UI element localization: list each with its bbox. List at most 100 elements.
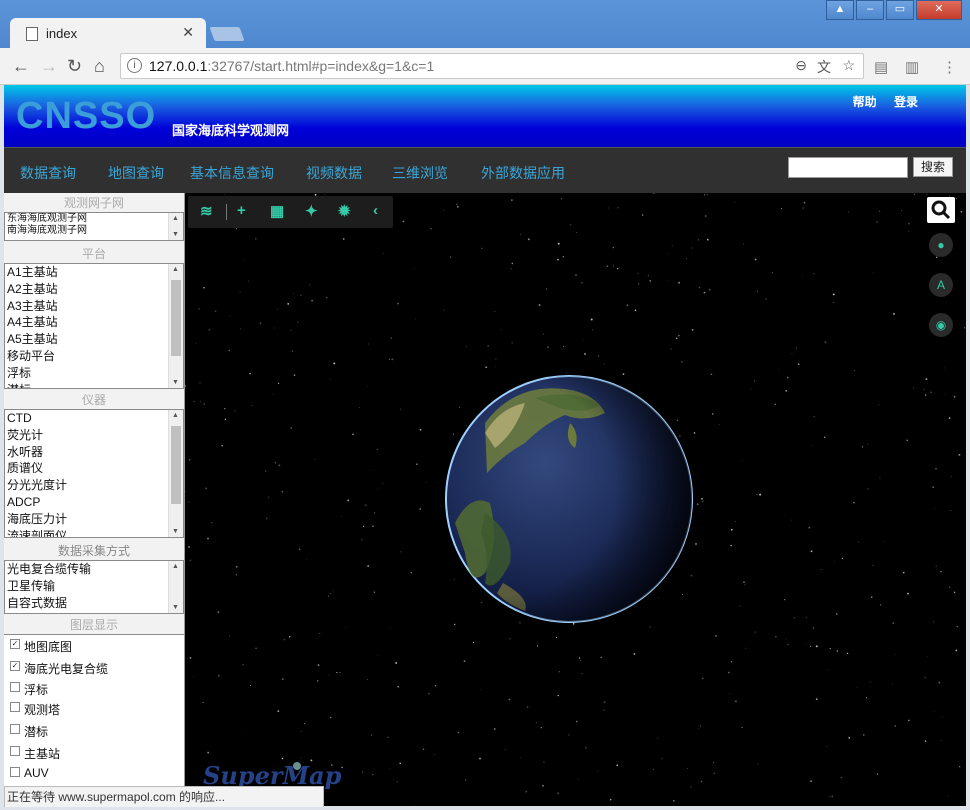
star [603, 709, 605, 711]
search-button[interactable]: 搜索 [913, 157, 953, 177]
zoom-icon[interactable]: ⊖ [795, 57, 807, 74]
new-tab-button[interactable] [209, 27, 245, 41]
list-item[interactable]: A2主基站 [5, 281, 183, 298]
layer-basemap[interactable]: ✓ 地图底图 [10, 638, 72, 655]
scrollbar[interactable]: ▲ ▼ [168, 410, 183, 537]
help-link[interactable]: 帮助 [853, 95, 877, 109]
checkbox[interactable] [10, 746, 20, 756]
star [367, 385, 368, 387]
network-list[interactable]: 东海海底观测子网 南海海底观测子网 ▲ ▼ [4, 212, 184, 241]
user-icon[interactable]: ▲ [826, 0, 854, 20]
checkbox[interactable] [10, 724, 20, 734]
list-item[interactable]: 南海海底观测子网 [5, 225, 183, 237]
star [389, 628, 391, 630]
reader-extension-icon[interactable]: ▥ [905, 58, 919, 76]
scrollbar[interactable]: ▲ ▼ [168, 561, 183, 613]
list-item[interactable]: 卫星传输 [5, 578, 183, 595]
list-item[interactable]: 分光光度计 [5, 477, 183, 494]
user-icon[interactable]: ● [929, 233, 953, 257]
chevron-left-icon[interactable]: ‹ [373, 202, 378, 219]
maximize-button[interactable]: ▭ [886, 0, 914, 20]
star [668, 253, 670, 255]
nav-data-query[interactable]: 数据查询 [20, 163, 76, 183]
search-icon[interactable] [927, 197, 955, 223]
menu-icon[interactable]: ⋮ [942, 58, 957, 76]
list-item[interactable]: 水听器 [5, 444, 183, 461]
list-item[interactable]: 移动平台 [5, 348, 183, 365]
pdf-extension-icon[interactable]: ▤ [874, 58, 888, 76]
checkbox[interactable]: ✓ [10, 661, 20, 671]
list-item[interactable]: 荧光计 [5, 427, 183, 444]
list-item[interactable]: 浮标 [5, 365, 183, 382]
bookmark-star-icon[interactable]: ☆ [842, 57, 855, 74]
site-logo[interactable]: CNSSO [16, 95, 156, 138]
layer-subsurface-buoy[interactable]: 潜标 [10, 723, 48, 740]
reload-icon[interactable]: ↻ [67, 56, 82, 77]
list-item[interactable]: ADCP [5, 494, 183, 511]
nav-basic-info-query[interactable]: 基本信息查询 [190, 163, 274, 183]
layer-tower[interactable]: 观测塔 [10, 701, 60, 718]
back-icon[interactable]: ← [12, 56, 30, 77]
nav-map-query[interactable]: 地图查询 [108, 163, 164, 183]
list-item[interactable]: CTD [5, 410, 183, 427]
earth-globe[interactable] [445, 375, 693, 623]
layer-cable[interactable]: ✓ 海底光电复合缆 [10, 660, 108, 677]
nav-3d-browse[interactable]: 三维浏览 [392, 163, 448, 183]
star [750, 388, 752, 390]
close-tab-icon[interactable]: ✕ [182, 24, 194, 41]
locate-icon[interactable]: ◉ [929, 313, 953, 337]
star [959, 765, 961, 768]
info-icon[interactable]: i [127, 58, 142, 73]
star [317, 664, 320, 666]
checkbox[interactable] [10, 702, 20, 712]
minimize-button[interactable]: – [856, 0, 884, 20]
list-item[interactable]: A4主基站 [5, 314, 183, 331]
list-item[interactable]: 东海海底观测子网 [5, 213, 183, 225]
checkbox[interactable] [10, 767, 20, 777]
list-item[interactable]: 潜标 [5, 382, 183, 388]
gear-icon[interactable]: ✹ [338, 202, 351, 220]
nav-external-apps[interactable]: 外部数据应用 [481, 163, 565, 183]
star [193, 675, 195, 677]
forward-icon[interactable]: → [40, 56, 58, 77]
star [281, 757, 284, 760]
grid-icon[interactable]: ▦ [270, 202, 284, 220]
list-item[interactable]: 质谱仪 [5, 460, 183, 477]
scrollbar[interactable]: ▲ ▼ [168, 213, 183, 240]
list-item[interactable]: 海底压力计 [5, 511, 183, 528]
star [207, 751, 210, 754]
star [511, 342, 513, 344]
checkbox[interactable]: ✓ [10, 639, 20, 649]
translate-icon[interactable]: 文 [817, 57, 831, 77]
scrollbar[interactable]: ▲ ▼ [168, 264, 183, 388]
search-input[interactable] [788, 157, 908, 178]
browser-titlebar: index ✕ ▲ – ▭ ✕ [0, 0, 970, 48]
star [519, 756, 521, 758]
compass-icon[interactable]: A [929, 273, 953, 297]
layers-icon[interactable]: ≋ [200, 202, 213, 220]
acquisition-list[interactable]: 光电复合缆传输 卫星传输 自容式数据 ▲ ▼ [4, 560, 184, 614]
list-item[interactable]: 流速剖面仪 [5, 528, 183, 537]
plus-icon[interactable]: + [237, 202, 246, 219]
address-bar[interactable]: i 127.0.0.1:32767/start.html#p=index&g=1… [120, 53, 864, 79]
list-item[interactable]: 光电复合缆传输 [5, 561, 183, 578]
nav-video-data[interactable]: 视频数据 [306, 163, 362, 183]
star [570, 224, 572, 226]
sparkle-icon[interactable]: ✦ [305, 202, 318, 220]
instrument-list[interactable]: CTD 荧光计 水听器 质谱仪 分光光度计 ADCP 海底压力计 流速剖面仪 ▲… [4, 409, 184, 538]
3d-globe-viewer[interactable]: ≋ + ▦ ✦ ✹ ‹ ● A ◉ SuperMap [185, 193, 966, 806]
star [815, 698, 818, 700]
list-item[interactable]: A1主基站 [5, 264, 183, 281]
list-item[interactable]: A3主基站 [5, 298, 183, 315]
layer-auv[interactable]: AUV [10, 766, 49, 780]
list-item[interactable]: A5主基站 [5, 331, 183, 348]
platform-list[interactable]: A1主基站 A2主基站 A3主基站 A4主基站 A5主基站 移动平台 浮标 潜标… [4, 263, 184, 389]
login-link[interactable]: 登录 [894, 95, 918, 109]
browser-tab[interactable]: index ✕ [10, 18, 206, 48]
close-window-button[interactable]: ✕ [916, 0, 962, 20]
list-item[interactable]: 自容式数据 [5, 595, 183, 612]
home-icon[interactable]: ⌂ [94, 56, 105, 77]
checkbox[interactable] [10, 682, 20, 692]
layer-main-station[interactable]: 主基站 [10, 745, 60, 762]
layer-buoy[interactable]: 浮标 [10, 681, 48, 698]
